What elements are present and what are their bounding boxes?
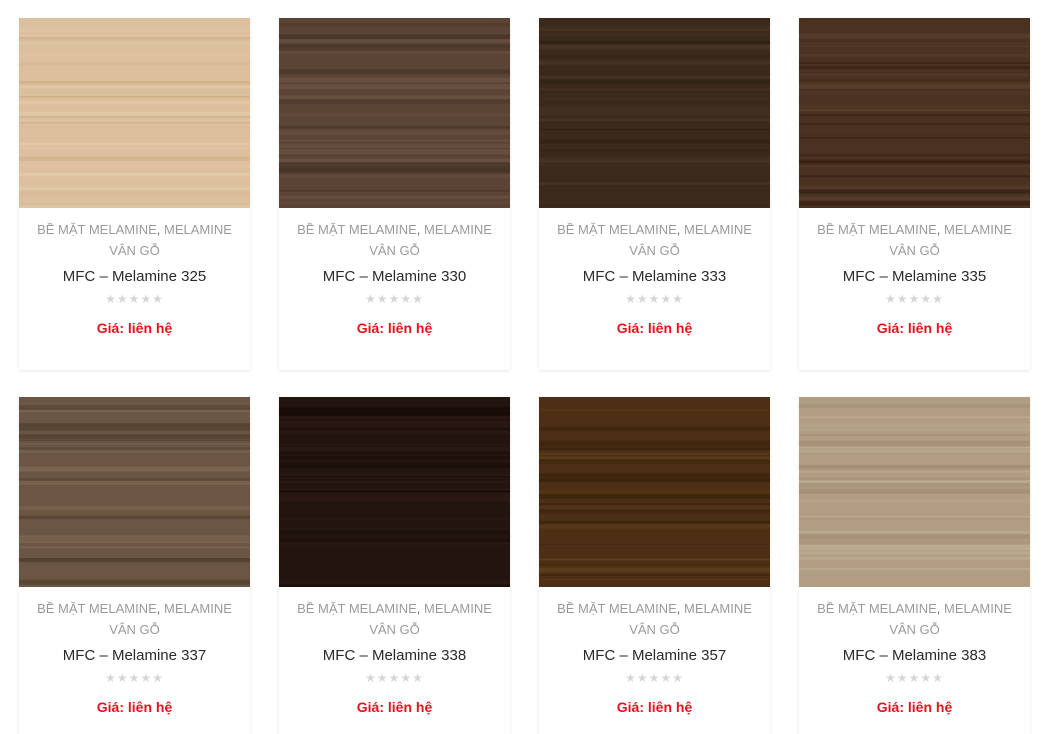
product-image[interactable] — [539, 397, 770, 587]
product-title-link[interactable]: MFC – Melamine 337 — [19, 646, 250, 666]
product-image[interactable] — [539, 18, 770, 208]
product-title-link[interactable]: MFC – Melamine 330 — [279, 267, 510, 287]
category-link-surface[interactable]: Bề mặt Melamine — [817, 601, 937, 616]
category-separator: , — [676, 601, 681, 616]
category-link-surface[interactable]: Bề mặt Melamine — [297, 601, 417, 616]
product-title-link[interactable]: MFC – Melamine 335 — [799, 267, 1030, 287]
product-card[interactable]: Bề mặt Melamine, Melamine vân gỗ MFC – M… — [539, 18, 770, 370]
star-rating-icon: ★★★★★ — [885, 292, 944, 306]
product-image[interactable] — [19, 397, 250, 587]
product-price: Giá: liên hệ — [616, 699, 693, 715]
star-rating-icon: ★★★★★ — [365, 292, 424, 306]
category-link-surface[interactable]: Bề mặt Melamine — [557, 222, 677, 237]
product-categories: Bề mặt Melamine, Melamine vân gỗ — [31, 598, 238, 640]
product-categories: Bề mặt Melamine, Melamine vân gỗ — [291, 219, 498, 261]
category-separator: , — [936, 601, 941, 616]
product-image[interactable] — [279, 397, 510, 587]
product-card[interactable]: Bề mặt Melamine, Melamine vân gỗ MFC – M… — [799, 397, 1030, 734]
category-separator: , — [156, 601, 161, 616]
category-separator: , — [416, 222, 421, 237]
product-title-link[interactable]: MFC – Melamine 333 — [539, 267, 770, 287]
product-price: Giá: liên hệ — [876, 320, 953, 336]
star-rating-icon: ★★★★★ — [105, 292, 164, 306]
product-categories: Bề mặt Melamine, Melamine vân gỗ — [291, 598, 498, 640]
product-card[interactable]: Bề mặt Melamine, Melamine vân gỗ MFC – M… — [279, 397, 510, 734]
star-rating-icon: ★★★★★ — [625, 292, 684, 306]
product-price: Giá: liên hệ — [616, 320, 693, 336]
category-link-surface[interactable]: Bề mặt Melamine — [557, 601, 677, 616]
product-card[interactable]: Bề mặt Melamine, Melamine vân gỗ MFC – M… — [279, 18, 510, 370]
category-link-surface[interactable]: Bề mặt Melamine — [37, 222, 157, 237]
category-separator: , — [676, 222, 681, 237]
product-title-link[interactable]: MFC – Melamine 383 — [799, 646, 1030, 666]
category-link-surface[interactable]: Bề mặt Melamine — [297, 222, 417, 237]
category-link-surface[interactable]: Bề mặt Melamine — [37, 601, 157, 616]
product-image[interactable] — [799, 397, 1030, 587]
product-price: Giá: liên hệ — [356, 320, 433, 336]
product-card[interactable]: Bề mặt Melamine, Melamine vân gỗ MFC – M… — [539, 397, 770, 734]
product-price: Giá: liên hệ — [96, 320, 173, 336]
star-rating-icon: ★★★★★ — [105, 671, 164, 685]
product-categories: Bề mặt Melamine, Melamine vân gỗ — [811, 219, 1018, 261]
product-grid: Bề mặt Melamine, Melamine vân gỗ MFC – M… — [0, 0, 1048, 734]
product-image[interactable] — [799, 18, 1030, 208]
product-price: Giá: liên hệ — [96, 699, 173, 715]
product-card[interactable]: Bề mặt Melamine, Melamine vân gỗ MFC – M… — [799, 18, 1030, 370]
category-separator: , — [156, 222, 161, 237]
category-separator: , — [416, 601, 421, 616]
category-separator: , — [936, 222, 941, 237]
product-categories: Bề mặt Melamine, Melamine vân gỗ — [31, 219, 238, 261]
product-title-link[interactable]: MFC – Melamine 325 — [19, 267, 250, 287]
product-title-link[interactable]: MFC – Melamine 338 — [279, 646, 510, 666]
product-categories: Bề mặt Melamine, Melamine vân gỗ — [811, 598, 1018, 640]
product-card[interactable]: Bề mặt Melamine, Melamine vân gỗ MFC – M… — [19, 18, 250, 370]
product-price: Giá: liên hệ — [356, 699, 433, 715]
product-categories: Bề mặt Melamine, Melamine vân gỗ — [551, 598, 758, 640]
category-link-surface[interactable]: Bề mặt Melamine — [817, 222, 937, 237]
product-title-link[interactable]: MFC – Melamine 357 — [539, 646, 770, 666]
star-rating-icon: ★★★★★ — [885, 671, 944, 685]
product-categories: Bề mặt Melamine, Melamine vân gỗ — [551, 219, 758, 261]
product-price: Giá: liên hệ — [876, 699, 953, 715]
star-rating-icon: ★★★★★ — [365, 671, 424, 685]
star-rating-icon: ★★★★★ — [625, 671, 684, 685]
product-card[interactable]: Bề mặt Melamine, Melamine vân gỗ MFC – M… — [19, 397, 250, 734]
product-image[interactable] — [19, 18, 250, 208]
product-image[interactable] — [279, 18, 510, 208]
